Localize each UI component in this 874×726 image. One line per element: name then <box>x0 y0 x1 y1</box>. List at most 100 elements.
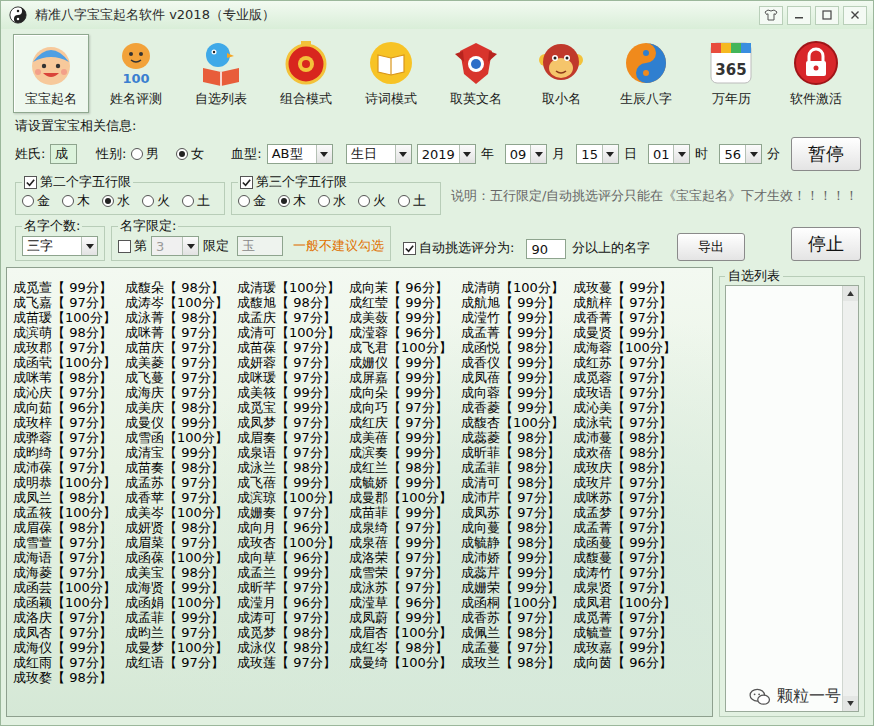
element-radio[interactable]: 木 <box>278 192 314 210</box>
name-result-item[interactable]: 成凤君【100分】 <box>573 595 685 610</box>
name-result-item[interactable]: 成凤蔚【 99分】 <box>349 610 461 625</box>
name-result-item[interactable]: 成航梓【 97分】 <box>573 295 685 310</box>
name-result-item[interactable]: 成向蔓【 98分】 <box>461 520 573 535</box>
name-result-item[interactable]: 成美菱【 97分】 <box>125 355 237 370</box>
name-result-item[interactable]: 成曼梦【100分】 <box>125 640 237 655</box>
name-result-item[interactable]: 成函蔓【 99分】 <box>573 535 685 550</box>
name-result-item[interactable]: 成泳菁【 98分】 <box>125 310 237 325</box>
name-result-item[interactable]: 成妍蓉【 97分】 <box>237 355 349 370</box>
name-result-item[interactable]: 成馥蔓【 97分】 <box>573 550 685 565</box>
scrollbar[interactable] <box>842 286 858 711</box>
name-result-item[interactable]: 成昕芊【 97分】 <box>237 580 349 595</box>
name-result-item[interactable]: 成馥杏【100分】 <box>461 415 573 430</box>
name-result-item[interactable]: 成红语【 97分】 <box>125 655 237 670</box>
favorites-list[interactable] <box>725 285 859 712</box>
name-result-item[interactable]: 成向茉【 96分】 <box>349 280 461 295</box>
toolbar-button[interactable]: 365万年历 <box>693 34 769 113</box>
name-result-item[interactable]: 成函桐【100分】 <box>461 595 573 610</box>
name-result-item[interactable]: 成清可【100分】 <box>237 325 349 340</box>
name-result-item[interactable]: 成香苹【 97分】 <box>125 490 237 505</box>
name-result-item[interactable]: 成飞蓓【 99分】 <box>237 475 349 490</box>
name-result-item[interactable]: 成泳苏【 97分】 <box>349 580 461 595</box>
name-result-item[interactable]: 成玫芹【 97分】 <box>573 475 685 490</box>
date-mode-select[interactable]: 生日 <box>346 144 412 164</box>
element-radio[interactable]: 土 <box>398 192 434 210</box>
name-result-item[interactable]: 成毓娇【 99分】 <box>349 475 461 490</box>
name-result-item[interactable]: 成觅萱【 99分】 <box>13 280 125 295</box>
name-result-item[interactable]: 成姗荣【 99分】 <box>461 580 573 595</box>
name-result-item[interactable]: 成雪萱【 97分】 <box>13 535 125 550</box>
name-result-item[interactable]: 成清萌【100分】 <box>461 280 573 295</box>
name-result-item[interactable]: 成函茕【100分】 <box>13 355 125 370</box>
name-result-item[interactable]: 成沛葆【 97分】 <box>13 460 125 475</box>
name-result-item[interactable]: 成毓萱【 97分】 <box>573 625 685 640</box>
element-radio[interactable]: 水 <box>102 192 138 210</box>
name-result-item[interactable]: 成沛芹【 97分】 <box>461 490 573 505</box>
name-result-item[interactable]: 成玫杏【100分】 <box>237 535 349 550</box>
name-result-item[interactable]: 成雪荣【 97分】 <box>349 565 461 580</box>
name-result-item[interactable]: 成泳兰【 98分】 <box>237 460 349 475</box>
name-result-item[interactable]: 成香仪【 99分】 <box>461 355 573 370</box>
name-result-item[interactable]: 成孟苏【 97分】 <box>125 475 237 490</box>
name-result-item[interactable]: 成凤梦【 97分】 <box>237 415 349 430</box>
name-result-item[interactable]: 成雪函【100分】 <box>125 430 237 445</box>
name-limit-checkbox[interactable]: 第 <box>118 237 147 255</box>
name-result-item[interactable]: 成涛岑【100分】 <box>125 295 237 310</box>
date-part-select[interactable]: 56 <box>719 144 762 164</box>
name-result-item[interactable]: 成沛娇【 99分】 <box>461 550 573 565</box>
toolbar-button[interactable]: 生辰八字 <box>608 34 684 113</box>
name-result-item[interactable]: 成妍贤【 98分】 <box>125 520 237 535</box>
name-result-item[interactable]: 成向朵【 99分】 <box>349 385 461 400</box>
minimize-button[interactable] <box>787 6 811 25</box>
name-result-item[interactable]: 成觅宝【 99分】 <box>237 400 349 415</box>
toolbar-button[interactable]: 软件激活 <box>778 34 854 113</box>
date-part-select[interactable]: 2019 <box>417 144 476 164</box>
toolbar-button[interactable]: 取英文名 <box>438 34 514 113</box>
checkbox[interactable] <box>118 240 131 253</box>
name-result-item[interactable]: 成飞嘉【 97分】 <box>13 295 125 310</box>
name-result-item[interactable]: 成姗仪【 99分】 <box>349 355 461 370</box>
name-result-item[interactable]: 成孟兰【 99分】 <box>237 565 349 580</box>
name-result-item[interactable]: 成滨萌【 98分】 <box>13 325 125 340</box>
name-result-item[interactable]: 成昀绮【 97分】 <box>13 445 125 460</box>
element-group-legend[interactable]: 第三个字五行限 <box>238 173 349 191</box>
name-result-item[interactable]: 成滨琼【100分】 <box>237 490 349 505</box>
name-result-item[interactable]: 成函悦【 98分】 <box>461 340 573 355</box>
name-result-item[interactable]: 成清瑗【100分】 <box>237 280 349 295</box>
name-result-item[interactable]: 成函娟【100分】 <box>125 595 237 610</box>
pause-button[interactable]: 暂停 <box>791 137 861 171</box>
name-result-item[interactable]: 成昀兰【 97分】 <box>125 625 237 640</box>
checkbox[interactable] <box>403 242 416 255</box>
score-field[interactable]: 90 <box>526 239 566 259</box>
element-radio[interactable]: 金 <box>238 192 274 210</box>
name-count-select[interactable]: 三字 <box>22 236 98 256</box>
limit-char-field[interactable]: 玉 <box>237 236 283 256</box>
name-result-item[interactable]: 成沁庆【 97分】 <box>13 385 125 400</box>
name-result-item[interactable]: 成向茹【 96分】 <box>13 400 125 415</box>
date-part-select[interactable]: 09 <box>505 144 548 164</box>
name-result-item[interactable]: 成航旭【 99分】 <box>461 295 573 310</box>
date-part-select[interactable]: 01 <box>648 144 691 164</box>
name-result-item[interactable]: 成泉绮【 97分】 <box>349 520 461 535</box>
name-result-item[interactable]: 成向月【 96分】 <box>237 520 349 535</box>
name-result-item[interactable]: 成凤苏【 97分】 <box>461 505 573 520</box>
name-result-item[interactable]: 成苗庆【 97分】 <box>125 340 237 355</box>
name-result-item[interactable]: 成涛可【 97分】 <box>237 610 349 625</box>
name-result-item[interactable]: 成清宝【 99分】 <box>125 445 237 460</box>
name-result-item[interactable]: 成姗奏【 97分】 <box>237 505 349 520</box>
name-result-item[interactable]: 成泳仪【 98分】 <box>237 640 349 655</box>
element-radio[interactable]: 木 <box>62 192 98 210</box>
name-result-item[interactable]: 成美宝【 98分】 <box>125 565 237 580</box>
name-result-item[interactable]: 成海蓉【100分】 <box>573 340 685 355</box>
element-radio[interactable]: 土 <box>182 192 218 210</box>
name-result-item[interactable]: 成滢月【 96分】 <box>237 595 349 610</box>
name-result-item[interactable]: 成沛蔓【 98分】 <box>573 430 685 445</box>
name-result-item[interactable]: 成明恭【100分】 <box>13 475 125 490</box>
toolbar-button[interactable]: 自选列表 <box>183 34 259 113</box>
name-result-item[interactable]: 成向茵【 96分】 <box>573 655 685 670</box>
name-result-item[interactable]: 成觅菁【 97分】 <box>573 610 685 625</box>
name-result-item[interactable]: 成咪菁【 97分】 <box>125 325 237 340</box>
name-result-item[interactable]: 成洛庆【 97分】 <box>13 610 125 625</box>
name-result-item[interactable]: 成红雨【 97分】 <box>13 655 125 670</box>
toolbar-button[interactable]: 诗词模式 <box>353 34 429 113</box>
